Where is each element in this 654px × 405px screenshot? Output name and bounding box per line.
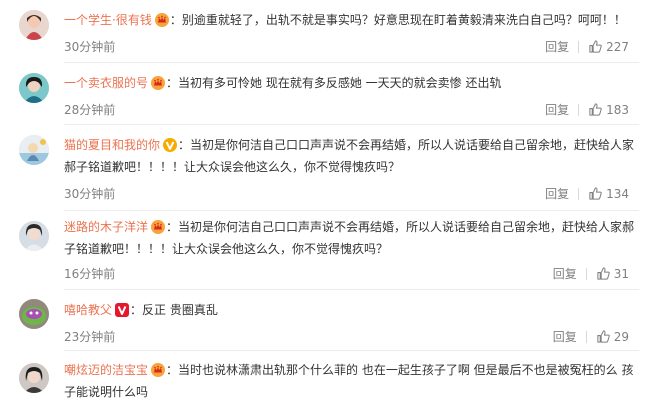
reply-button[interactable]: 回复: [545, 38, 569, 55]
timestamp: 30分钟前: [64, 40, 116, 54]
like-count: 183: [606, 102, 629, 117]
comment-text: 当初是你何洁自己口口声声说不会再结婚，所以人说话要给自己留余地，赶快给人家郝子铭…: [64, 220, 635, 256]
comment-body: 猫的夏目和我的你 ：当初是你何洁自己口口声声说不会再结婚，所以人说话要给自己留余地…: [64, 134, 640, 178]
comment-body: 嘲炫迈的洁宝宝 ：当时也说林潇肃出轨那个什么菲的 也在一起生孩子了啊 但是最后不也…: [64, 359, 640, 403]
username-link[interactable]: 一个卖衣服的号: [64, 76, 148, 90]
action-divider: [578, 103, 580, 116]
like-button[interactable]: 183: [588, 102, 629, 117]
comment-actions: 回复 183: [545, 101, 629, 118]
thumbs-up-icon: [597, 267, 610, 280]
like-button[interactable]: 227: [588, 39, 629, 54]
comment-item: 嘲炫迈的洁宝宝 ：当时也说林潇肃出轨那个什么菲的 也在一起生孩子了啊 但是最后不也…: [0, 353, 654, 405]
timestamp: 23分钟前: [64, 330, 116, 344]
username-link[interactable]: 猫的夏目和我的你: [64, 138, 160, 152]
thumbs-up-icon: [589, 40, 602, 53]
action-divider: [578, 40, 580, 53]
thumbs-up-icon: [589, 103, 602, 116]
action-divider: [585, 330, 587, 343]
colon: ：: [166, 363, 179, 377]
thumbs-up-icon: [589, 187, 602, 200]
comment-actions: 回复 134: [545, 185, 629, 202]
comment-item: 一个学生·很有钱 ：别逾重就轻了，出轨不就是事实吗？好意思现在盯着黄毅清来洗白自己…: [0, 0, 654, 63]
avatar[interactable]: [19, 135, 49, 165]
crown-badge-icon: [151, 76, 166, 90]
crown-badge-icon: [151, 220, 166, 234]
like-count: 227: [606, 39, 629, 54]
username-link[interactable]: 嘻哈教父: [64, 303, 112, 317]
action-divider: [585, 267, 587, 280]
comment-actions: 回复 31: [553, 265, 629, 282]
comment-body: 迷路的木子洋洋 ：当初是你何洁自己口口声声说不会再结婚，所以人说话要给自己留余地，…: [64, 216, 640, 260]
comment-actions: 回复 227: [545, 38, 629, 55]
username-link[interactable]: 迷路的木子洋洋: [64, 220, 148, 234]
reply-button[interactable]: 回复: [545, 185, 569, 202]
comment-actions: 回复 29: [553, 328, 629, 345]
colon: ：: [178, 138, 191, 152]
like-count: 29: [613, 329, 629, 344]
comment-text: 反正 贵圈真乱: [142, 303, 218, 317]
comment-body: 一个卖衣服的号 ：当初有多可怜她 现在就有多反感她 一天天的就会卖惨 还出轨: [64, 72, 640, 94]
crown-badge-icon: [151, 363, 166, 377]
reply-button[interactable]: 回复: [553, 328, 577, 345]
like-count: 134: [606, 186, 629, 201]
username-link[interactable]: 嘲炫迈的洁宝宝: [64, 363, 148, 377]
comment-item: 嘻哈教父 ：反正 贵圈真乱 23分钟前 回复 29: [0, 290, 654, 351]
like-count: 31: [613, 266, 629, 281]
like-button[interactable]: 134: [588, 186, 629, 201]
timestamp: 16分钟前: [64, 267, 116, 281]
v-badge-icon: [163, 138, 178, 152]
avatar[interactable]: [19, 10, 49, 40]
comment-text: 当初有多可怜她 现在就有多反感她 一天天的就会卖惨 还出轨: [178, 76, 502, 90]
comment-body: 嘻哈教父 ：反正 贵圈真乱: [64, 299, 640, 321]
reply-button[interactable]: 回复: [553, 265, 577, 282]
comment-text: 当时也说林潇肃出轨那个什么菲的 也在一起生孩子了啊 但是最后不也是被冤枉的么 孩…: [64, 363, 634, 399]
divider: [64, 350, 639, 351]
crown-badge-icon: [154, 13, 169, 27]
avatar[interactable]: [19, 363, 49, 393]
avatar[interactable]: [19, 73, 49, 103]
comment-list: 一个学生·很有钱 ：别逾重就轻了，出轨不就是事实吗？好意思现在盯着黄毅清来洗白自己…: [0, 0, 654, 405]
comment-item: 猫的夏目和我的你 ：当初是你何洁自己口口声声说不会再结婚，所以人说话要给自己留余地…: [0, 125, 654, 213]
username-link[interactable]: 一个学生·很有钱: [64, 13, 152, 27]
avatar[interactable]: [19, 299, 49, 329]
colon: ：: [166, 220, 179, 234]
v-badge-icon: [115, 303, 130, 317]
colon: ：: [130, 303, 143, 317]
like-button[interactable]: 31: [596, 266, 629, 281]
timestamp: 30分钟前: [64, 187, 116, 201]
thumbs-up-icon: [597, 330, 610, 343]
reply-button[interactable]: 回复: [545, 101, 569, 118]
avatar[interactable]: [19, 221, 49, 251]
comment-item: 迷路的木子洋洋 ：当初是你何洁自己口口声声说不会再结婚，所以人说话要给自己留余地，…: [0, 211, 654, 290]
colon: ：: [169, 13, 182, 27]
comment-body: 一个学生·很有钱 ：别逾重就轻了，出轨不就是事实吗？好意思现在盯着黄毅清来洗白自己…: [64, 9, 640, 31]
comment-item: 一个卖衣服的号 ：当初有多可怜她 现在就有多反感她 一天天的就会卖惨 还出轨 28…: [0, 63, 654, 125]
comment-text: 别逾重就轻了，出轨不就是事实吗？好意思现在盯着黄毅清来洗白自己吗？呵呵！！: [181, 13, 626, 27]
colon: ：: [166, 76, 179, 90]
timestamp: 28分钟前: [64, 103, 116, 117]
like-button[interactable]: 29: [596, 329, 629, 344]
action-divider: [578, 187, 580, 200]
